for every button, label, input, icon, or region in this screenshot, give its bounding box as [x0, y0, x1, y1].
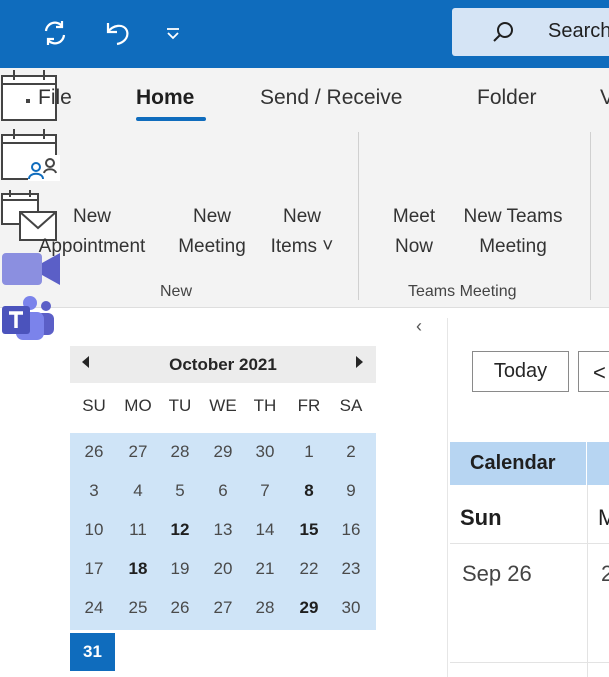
date-cell[interactable]: 28 — [245, 593, 285, 623]
active-tab-indicator — [136, 117, 206, 121]
date-cell[interactable]: 3 — [74, 476, 114, 506]
meeting-calendar-icon — [1, 129, 60, 181]
calendar-name: Calendar — [470, 452, 556, 474]
date-cell[interactable]: 13 — [203, 515, 243, 545]
date-cell[interactable]: 11 — [118, 515, 158, 545]
group-label-teams-meeting: Teams Meeting — [408, 283, 517, 300]
date-cell[interactable]: 4 — [118, 476, 158, 506]
customize-toolbar-icon[interactable] — [158, 18, 188, 48]
date-cell[interactable]: 23 — [331, 554, 371, 584]
date-cell[interactable]: 20 — [203, 554, 243, 584]
month-day-grid: 26 27 28 29 30 1 2 3 4 5 6 7 8 9 10 11 12 13 14 15 16 17 18 19 2… — [70, 433, 376, 630]
pane-divider — [447, 318, 448, 677]
new-appointment-label-line1: New — [72, 206, 111, 227]
date-cell[interactable]: 26 — [160, 593, 200, 623]
today-date-cell[interactable]: 31 — [70, 633, 115, 671]
group-label-new: New — [160, 283, 193, 300]
new-teams-meeting-label-line2: Meeting — [479, 236, 547, 257]
group-separator — [358, 132, 359, 300]
today-button[interactable]: Today — [472, 351, 569, 392]
day-cell-date[interactable]: 2 — [601, 561, 609, 587]
day-column-header: M — [598, 505, 609, 530]
tab-home[interactable]: Home — [136, 86, 194, 110]
date-cell[interactable]: 15 — [289, 515, 329, 545]
previous-period-button[interactable]: < — [578, 351, 609, 392]
next-month-icon[interactable] — [356, 356, 363, 368]
weekday-label: SU — [82, 396, 106, 415]
tab-view[interactable]: V — [600, 86, 609, 110]
date-cell[interactable]: 26 — [74, 437, 114, 467]
date-cell[interactable]: 9 — [331, 476, 371, 506]
date-cell[interactable]: 28 — [160, 437, 200, 467]
weekday-label: FR — [297, 396, 321, 415]
header-separator — [586, 442, 587, 485]
weekday-header-row: SU MO TU WE TH FR SA — [70, 396, 376, 426]
new-meeting-label-line1: New — [192, 206, 231, 227]
date-cell[interactable]: 10 — [74, 515, 114, 545]
date-cell[interactable]: 5 — [160, 476, 200, 506]
date-cell[interactable]: 17 — [74, 554, 114, 584]
date-cell[interactable]: 1 — [289, 437, 329, 467]
date-cell[interactable]: 21 — [245, 554, 285, 584]
undo-icon[interactable] — [102, 18, 132, 48]
date-cell[interactable]: 7 — [245, 476, 285, 506]
teams-icon — [2, 296, 54, 340]
date-cell[interactable]: 27 — [203, 593, 243, 623]
new-items-label-line2: Items ˅ — [270, 236, 334, 257]
date-cell[interactable]: 27 — [118, 437, 158, 467]
weekday-label: WE — [209, 396, 237, 415]
new-items-label-line1: New — [282, 206, 321, 227]
search-box[interactable]: Search — [452, 8, 609, 56]
date-cell[interactable]: 30 — [331, 593, 371, 623]
column-separator — [587, 485, 588, 677]
row-separator — [450, 662, 609, 663]
date-cell[interactable]: 22 — [289, 554, 329, 584]
date-cell[interactable]: 14 — [245, 515, 285, 545]
calendar-name-header: Calendar — [450, 442, 609, 485]
weekday-label: SA — [339, 396, 363, 415]
weekday-label: MO — [124, 396, 152, 415]
new-meeting-label-line2: Meeting — [178, 236, 246, 257]
date-navigator-header: October 2021 — [70, 346, 376, 383]
new-teams-meeting-button[interactable]: New Teams Meeting — [0, 206, 609, 349]
meet-now-label-line1: Meet — [392, 206, 436, 227]
weekday-label: TU — [168, 396, 192, 415]
date-cell[interactable]: 24 — [74, 593, 114, 623]
new-meeting-button[interactable]: New Meeting — [0, 127, 609, 257]
day-column-header: Sun — [460, 505, 502, 530]
month-label: October 2021 — [169, 355, 277, 374]
date-cell[interactable]: 29 — [289, 593, 329, 623]
meet-now-label-line2: Now — [394, 236, 433, 257]
group-separator — [590, 132, 591, 300]
weekday-label: TH — [253, 396, 277, 415]
row-separator — [450, 543, 609, 544]
search-icon — [493, 22, 513, 42]
date-cell[interactable]: 29 — [203, 437, 243, 467]
sync-icon[interactable] — [40, 18, 70, 48]
tab-send-receive[interactable]: Send / Receive — [260, 86, 402, 110]
date-cell[interactable]: 19 — [160, 554, 200, 584]
date-cell[interactable]: 25 — [118, 593, 158, 623]
ribbon: File Home Send / Receive Folder V New Ap… — [0, 68, 609, 340]
tab-file[interactable]: File — [38, 86, 72, 110]
tab-folder[interactable]: Folder — [477, 86, 537, 110]
new-teams-meeting-label-line1: New Teams — [463, 206, 563, 227]
search-label: Search — [548, 20, 609, 42]
date-cell[interactable]: 6 — [203, 476, 243, 506]
title-bar: Search — [0, 0, 609, 68]
date-cell[interactable]: 8 — [289, 476, 329, 506]
date-cell[interactable]: 12 — [160, 515, 200, 545]
date-cell[interactable]: 30 — [245, 437, 285, 467]
collapse-folder-pane-icon[interactable]: ‹ — [416, 316, 422, 337]
chevron-left-icon: < — [593, 360, 606, 385]
new-appointment-label-line2: Appointment — [38, 236, 146, 257]
date-cell[interactable]: 18 — [118, 554, 158, 584]
date-cell[interactable]: 16 — [331, 515, 371, 545]
day-cell-date[interactable]: Sep 26 — [462, 561, 532, 587]
date-cell[interactable]: 2 — [331, 437, 371, 467]
